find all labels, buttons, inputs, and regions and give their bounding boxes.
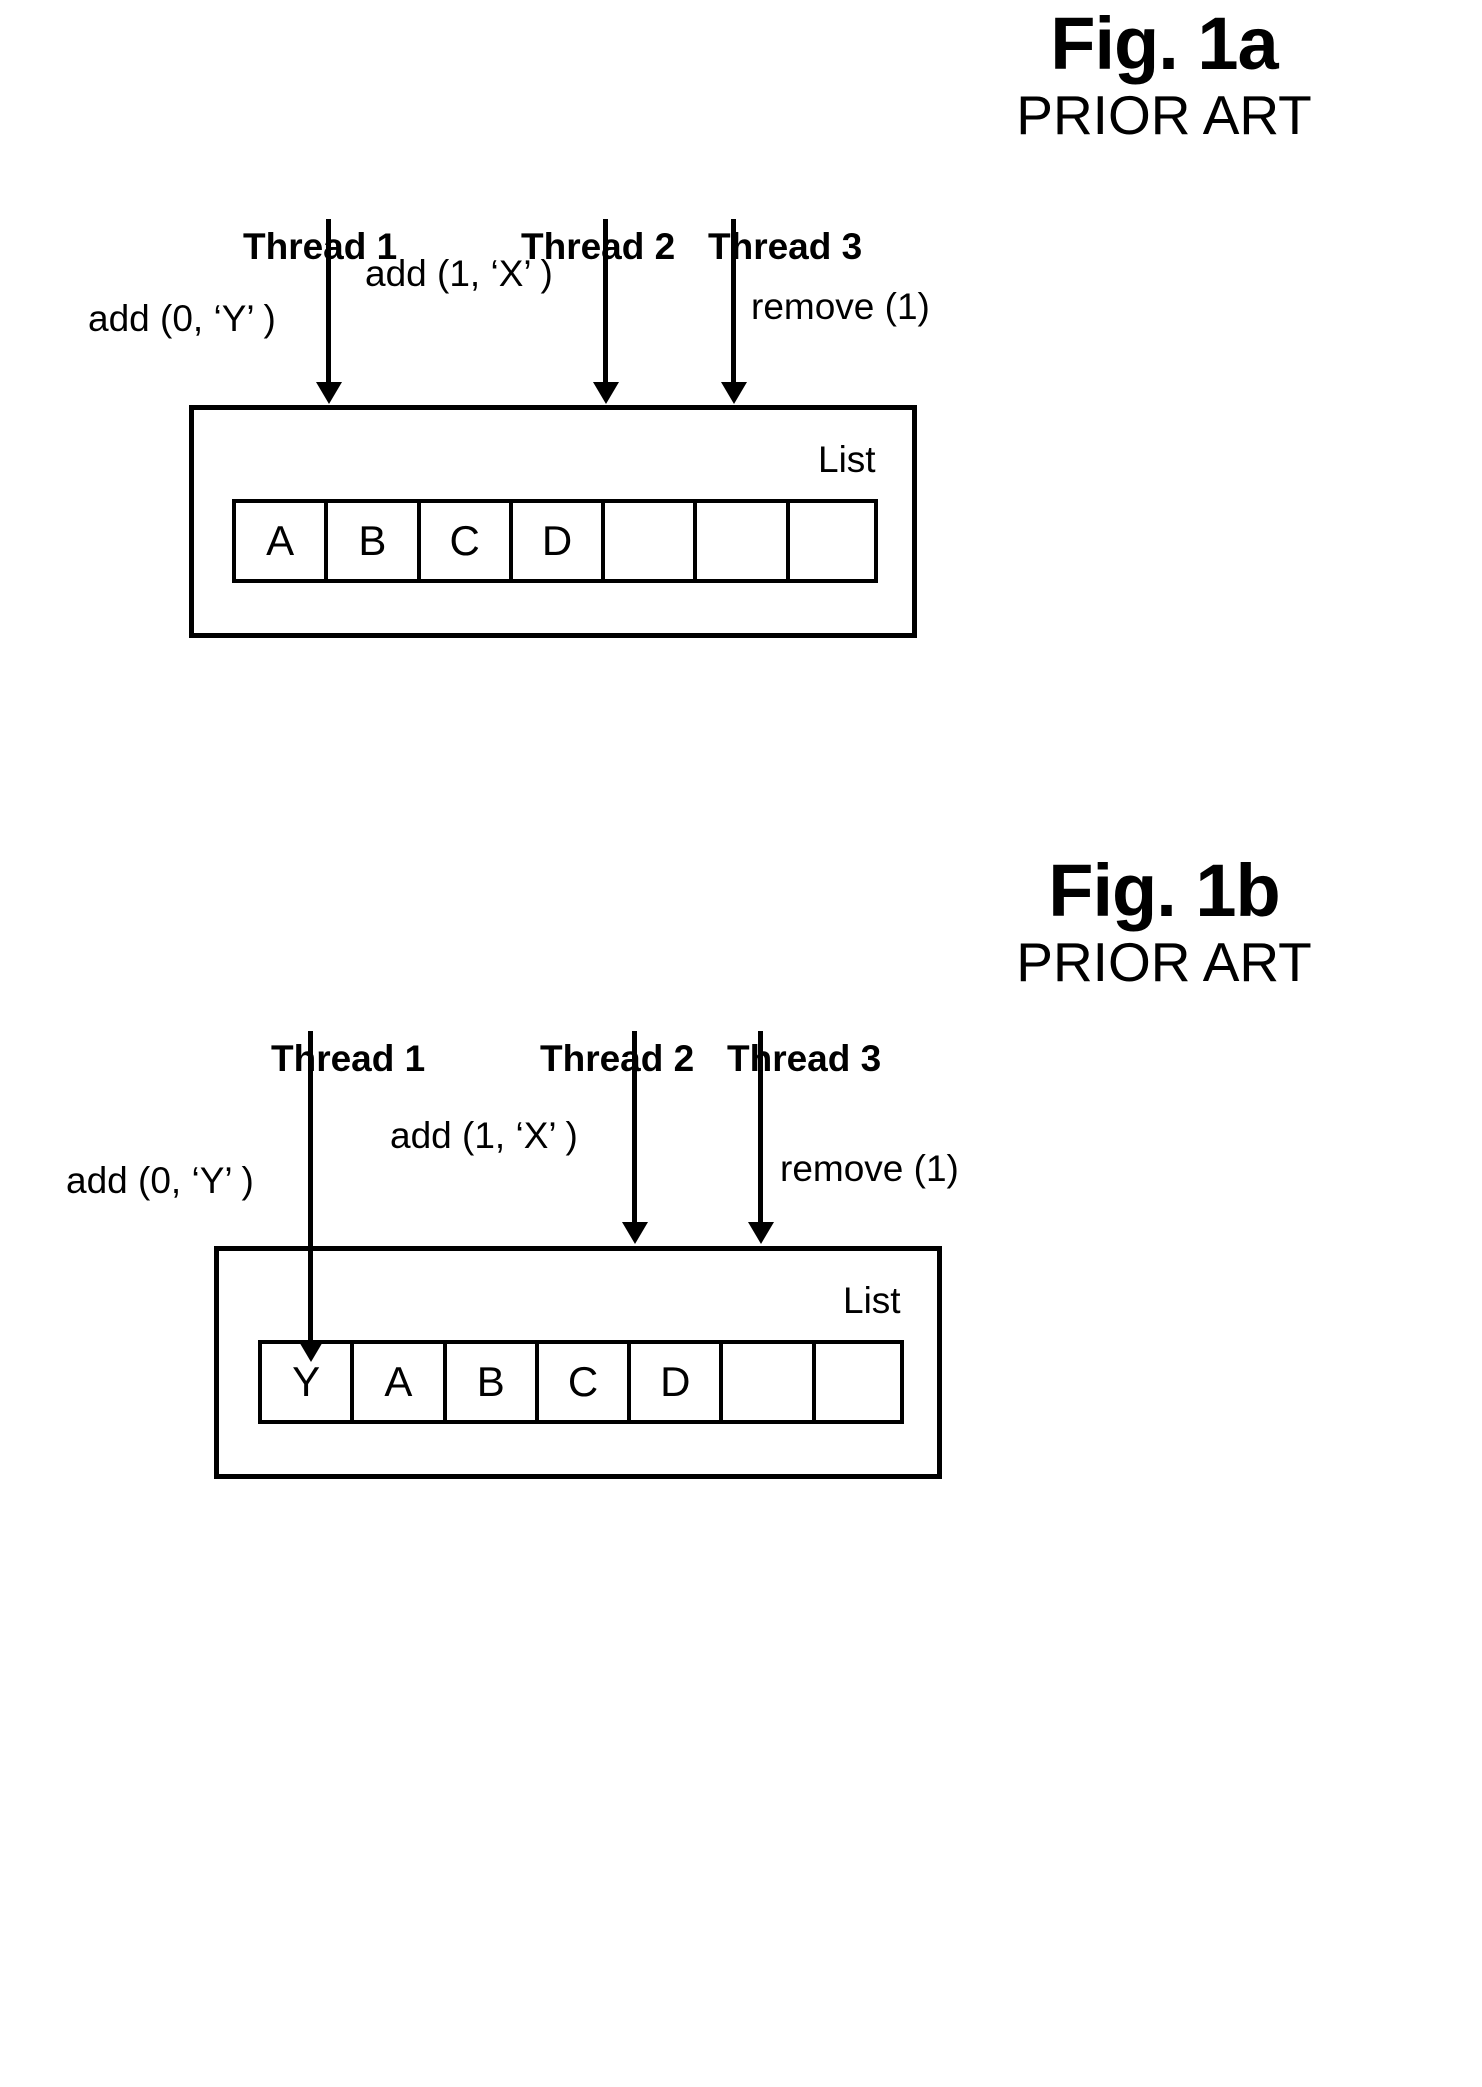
thread-2-arrow <box>603 219 608 384</box>
operation-add-0-y: add (0, ‘Y’ ) <box>66 1160 254 1201</box>
list-cell: B <box>442 1340 535 1424</box>
thread-1-label: Thread 1 <box>271 1038 426 1079</box>
list-cell: A <box>350 1340 443 1424</box>
list-cell: Y <box>258 1340 351 1424</box>
figure-1b-header: Fig. 1b PRIOR ART <box>904 849 1424 993</box>
list-label: List <box>818 439 876 480</box>
figure-1b: Fig. 1b PRIOR ART Thread 1 Thread 2 Thre… <box>0 845 1482 1625</box>
figure-1a: Fig. 1a PRIOR ART Thread 1 Thread 2 Thre… <box>0 0 1482 800</box>
thread-1-arrow <box>326 219 331 384</box>
list-cell: C <box>416 499 509 583</box>
list-cell: D <box>627 1340 720 1424</box>
operation-remove-1: remove (1) <box>780 1148 959 1189</box>
list-cell <box>811 1340 904 1424</box>
figure-1b-subtitle: PRIOR ART <box>1016 930 1312 993</box>
operation-add-1-x: add (1, ‘X’ ) <box>390 1115 578 1156</box>
thread-2-arrow <box>632 1031 637 1224</box>
figure-1b-title: Fig. 1b <box>1048 849 1280 932</box>
list-cells: ABCD <box>232 499 878 583</box>
figure-1a-subtitle: PRIOR ART <box>1016 83 1312 146</box>
list-cell: A <box>232 499 325 583</box>
list-cell: D <box>508 499 602 583</box>
list-cell <box>693 499 786 583</box>
list-cell <box>719 1340 812 1424</box>
list-cell <box>785 499 878 583</box>
figure-1a-title: Fig. 1a <box>1050 2 1278 85</box>
operation-add-1-x: add (1, ‘X’ ) <box>365 253 553 294</box>
thread-2-label: Thread 2 <box>540 1038 695 1079</box>
list-cell <box>601 499 694 583</box>
operation-remove-1: remove (1) <box>751 286 930 327</box>
thread-3-label: Thread 3 <box>727 1038 882 1079</box>
list-cell: C <box>534 1340 628 1424</box>
list-cells: YABCD <box>258 1340 904 1424</box>
thread-3-arrow <box>758 1031 763 1224</box>
list-cell: B <box>324 499 417 583</box>
thread-3-arrow <box>731 219 736 384</box>
operation-add-0-y: add (0, ‘Y’ ) <box>88 298 276 339</box>
list-label: List <box>843 1280 901 1321</box>
figure-1a-header: Fig. 1a PRIOR ART <box>904 2 1424 146</box>
